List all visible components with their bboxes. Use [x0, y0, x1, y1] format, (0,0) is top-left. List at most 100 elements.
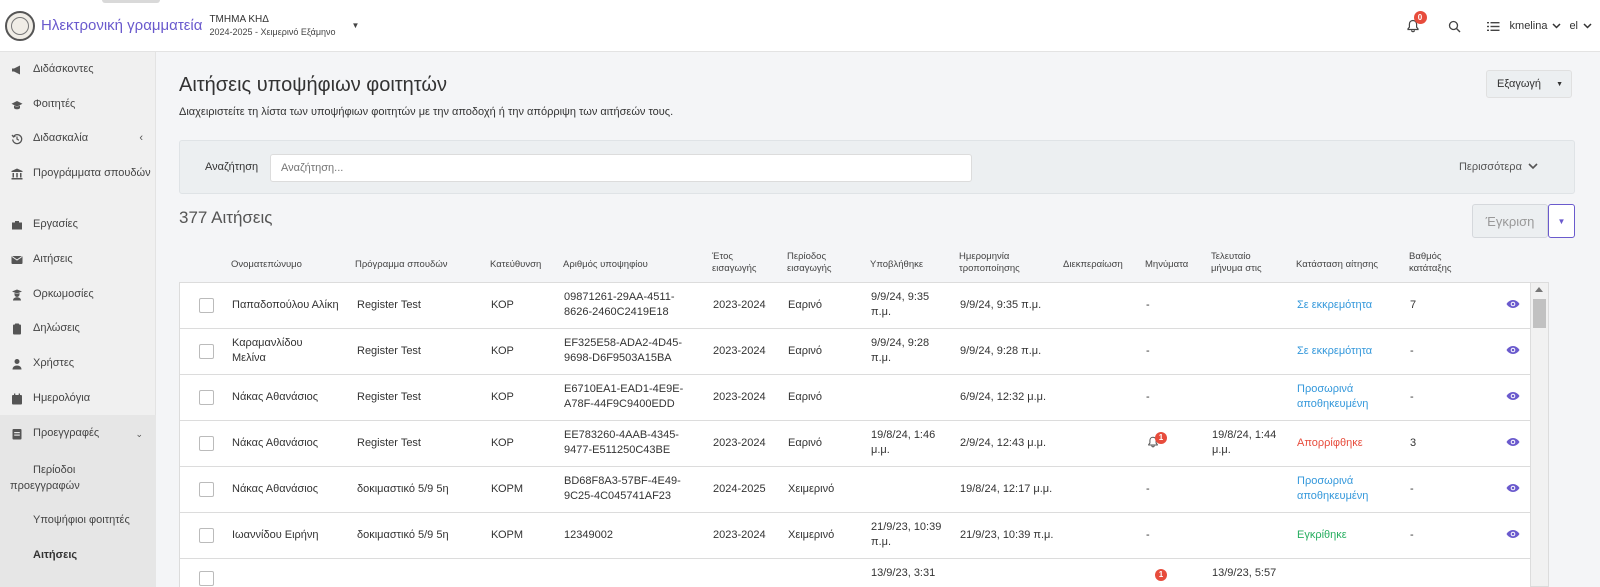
row-checkbox[interactable]	[199, 436, 214, 451]
column-header-modified-date[interactable]: Ημερομηνία τροποποίησης	[959, 251, 1039, 275]
table-row[interactable]: Ιωαννίδου Ειρήνη δοκιμαστικό 5/9 5η ΚΟΡΜ…	[180, 513, 1530, 559]
sidebar-item-declarations[interactable]: Δηλώσεις	[0, 322, 156, 342]
cell-status[interactable]: Σε εκκρεμότητα	[1297, 344, 1372, 359]
more-filters-toggle[interactable]: Περισσότερα	[1459, 161, 1538, 173]
eye-icon[interactable]	[1506, 529, 1520, 539]
cell-program: Register Test	[357, 437, 421, 449]
language-selector[interactable]: el	[1569, 20, 1578, 32]
sidebar-item-graduations[interactable]: Ορκωμοσίες	[0, 288, 156, 308]
university-logo[interactable]	[5, 10, 35, 41]
sidebar-item-label: Διδάσκοντες	[33, 63, 94, 75]
cell-status[interactable]: Σε εκκρεμότητα	[1297, 298, 1372, 313]
user-menu[interactable]: kmelina	[1510, 20, 1548, 32]
eye-icon[interactable]	[1506, 437, 1520, 447]
sidebar-item-students[interactable]: Φοιτητές	[0, 98, 156, 118]
cell-direction: ΚΟΡΜ	[491, 483, 524, 495]
row-checkbox[interactable]	[199, 390, 214, 405]
sidebar-item-preregistrations[interactable]: Προεγγραφές ⌄	[0, 427, 156, 447]
column-header-name[interactable]: Ονοματεπώνυμο	[231, 259, 302, 271]
sidebar-item-users[interactable]: Χρήστες	[0, 357, 156, 377]
column-header-rank[interactable]: Βαθμός κατάταξης	[1409, 251, 1465, 275]
sidebar-subitem-applications-active[interactable]: Αιτήσεις	[0, 549, 156, 569]
department-selector[interactable]: ΤΜΗΜΑ ΚΗΔ 2024-2025 - Χειμερινό Εξάμηνο	[209, 13, 335, 39]
cell-status[interactable]: Απορρίφθηκε	[1297, 436, 1363, 451]
row-checkbox[interactable]	[199, 344, 214, 359]
messages-badge: 1	[1155, 432, 1167, 444]
column-header-submitted[interactable]: Υποβλήθηκε	[870, 259, 923, 271]
table-row[interactable]: Παπαδοπούλου Αλίκη Register Test ΚΟΡ 098…	[180, 283, 1530, 329]
cell-last-message: 13/9/23, 5:57	[1212, 567, 1277, 579]
column-header-status[interactable]: Κατάσταση αίτησης	[1296, 259, 1378, 271]
cell-program: Register Test	[357, 345, 421, 357]
cell-direction: ΚΟΡ	[491, 391, 514, 403]
cell-candidate-number: 09871261-29AA-4511-8626-2460C2419E18	[564, 291, 675, 318]
top-right-controls: 0 kmelina el	[1406, 0, 1600, 52]
row-checkbox[interactable]	[199, 571, 214, 586]
brand-title[interactable]: Ηλεκτρονική γραμματεία	[41, 17, 202, 34]
column-header-entry-year[interactable]: Έτος εισαγωγής	[712, 251, 762, 275]
table-row[interactable]: Νάκας Αθανάσιος Register Test ΚΟΡ EE7832…	[180, 421, 1530, 467]
cell-status[interactable]: Εγκρίθηκε	[1297, 528, 1347, 543]
column-header-candidate-number[interactable]: Αριθμός υποψηφίου	[563, 259, 648, 271]
column-header-processing[interactable]: Διεκπεραίωση	[1063, 259, 1123, 271]
column-header-program[interactable]: Πρόγραμμα σπουδών	[355, 259, 448, 271]
export-button[interactable]: Εξαγωγή ▼	[1486, 70, 1572, 98]
scrollbar-thumb[interactable]	[1533, 299, 1546, 328]
cell-modified: 21/9/23, 10:39 π.μ.	[960, 529, 1054, 541]
chevron-down-icon[interactable]	[1583, 23, 1592, 29]
column-header-entry-period[interactable]: Περίοδος εισαγωγής	[787, 251, 845, 275]
eye-icon[interactable]	[1506, 299, 1520, 309]
calendar-icon	[12, 393, 22, 405]
table-row[interactable]: 13/9/23, 3:31 1 13/9/23, 5:57	[180, 559, 1530, 587]
list-icon[interactable]	[1486, 21, 1500, 32]
cell-program: δοκιμαστικό 5/9 5η	[357, 529, 449, 541]
caret-down-icon[interactable]: ▼	[352, 21, 360, 30]
search-input[interactable]	[270, 154, 972, 182]
chevron-down-icon[interactable]	[1552, 23, 1561, 29]
cell-name: Νάκας Αθανάσιος	[232, 483, 319, 495]
sidebar-subitem-candidates[interactable]: Υποψήφιοι φοιτητές	[0, 514, 156, 534]
table-header: Ονοματεπώνυμο Πρόγραμμα σπουδών Κατεύθυν…	[179, 248, 1575, 282]
scroll-up-icon[interactable]	[1535, 287, 1543, 292]
cell-entry-period: Εαρινό	[788, 345, 823, 357]
sidebar-item-assignments[interactable]: Εργασίες	[0, 218, 156, 238]
cell-name: Ιωαννίδου Ειρήνη	[232, 529, 319, 541]
sidebar-item-label: Φοιτητές	[33, 98, 76, 110]
eye-icon[interactable]	[1506, 391, 1520, 401]
sidebar-item-label: Προεγγραφές	[33, 427, 100, 439]
column-header-last-message[interactable]: Τελευταίο μήνυμα στις	[1211, 251, 1273, 275]
sidebar-subitem-preregistration-periods[interactable]: Περίοδοι προεγγραφών	[0, 462, 156, 496]
search-icon[interactable]	[1448, 20, 1461, 33]
notifications-button[interactable]: 0	[1406, 11, 1427, 33]
table-row[interactable]: Καραμανλίδου Μελίνα Register Test ΚΟΡ EF…	[180, 329, 1530, 375]
table-row[interactable]: Νάκας Αθανάσιος Register Test ΚΟΡ E6710E…	[180, 375, 1530, 421]
cell-entry-year: 2023-2024	[713, 437, 766, 449]
sidebar-item-label: Ημερολόγια	[33, 392, 91, 404]
sidebar-item-programs[interactable]: Προγράμματα σπουδών	[0, 167, 156, 201]
sidebar-item-teaching[interactable]: Διδασκαλία ‹	[0, 132, 156, 152]
department-name: ΤΜΗΜΑ ΚΗΔ	[209, 13, 269, 25]
row-checkbox[interactable]	[199, 482, 214, 497]
table-row[interactable]: Νάκας Αθανάσιος δοκιμαστικό 5/9 5η ΚΟΡΜ …	[180, 467, 1530, 513]
sidebar-item-applications[interactable]: Αιτήσεις	[0, 253, 156, 273]
more-filters-label: Περισσότερα	[1458, 161, 1522, 173]
approve-dropdown-button[interactable]: ▼	[1548, 204, 1575, 238]
cell-name: Καραμανλίδου Μελίνα	[232, 337, 303, 364]
row-checkbox[interactable]	[199, 298, 214, 313]
eye-icon[interactable]	[1506, 345, 1520, 355]
column-header-direction[interactable]: Κατεύθυνση	[490, 259, 541, 271]
column-header-messages[interactable]: Μηνύματα	[1145, 259, 1188, 271]
table-scrollbar[interactable]	[1531, 282, 1549, 587]
sidebar-item-instructors[interactable]: Διδάσκοντες	[0, 63, 156, 83]
academic-period: 2024-2025 - Χειμερινό Εξάμηνο	[209, 26, 336, 37]
cell-status[interactable]: Προσωρινά αποθηκευμένη	[1297, 474, 1387, 504]
approve-button[interactable]: Έγκριση	[1472, 204, 1548, 238]
cell-status[interactable]: Προσωρινά αποθηκευμένη	[1297, 382, 1387, 412]
cell-entry-period: Χειμερινό	[788, 483, 835, 495]
eye-icon[interactable]	[1506, 483, 1520, 493]
cell-entry-period: Χειμερινό	[788, 529, 835, 541]
row-checkbox[interactable]	[199, 528, 214, 543]
sidebar-item-calendars[interactable]: Ημερολόγια	[0, 392, 156, 412]
cell-entry-year: 2023-2024	[713, 299, 766, 311]
cell-modified: 6/9/24, 12:32 μ.μ.	[960, 391, 1047, 403]
